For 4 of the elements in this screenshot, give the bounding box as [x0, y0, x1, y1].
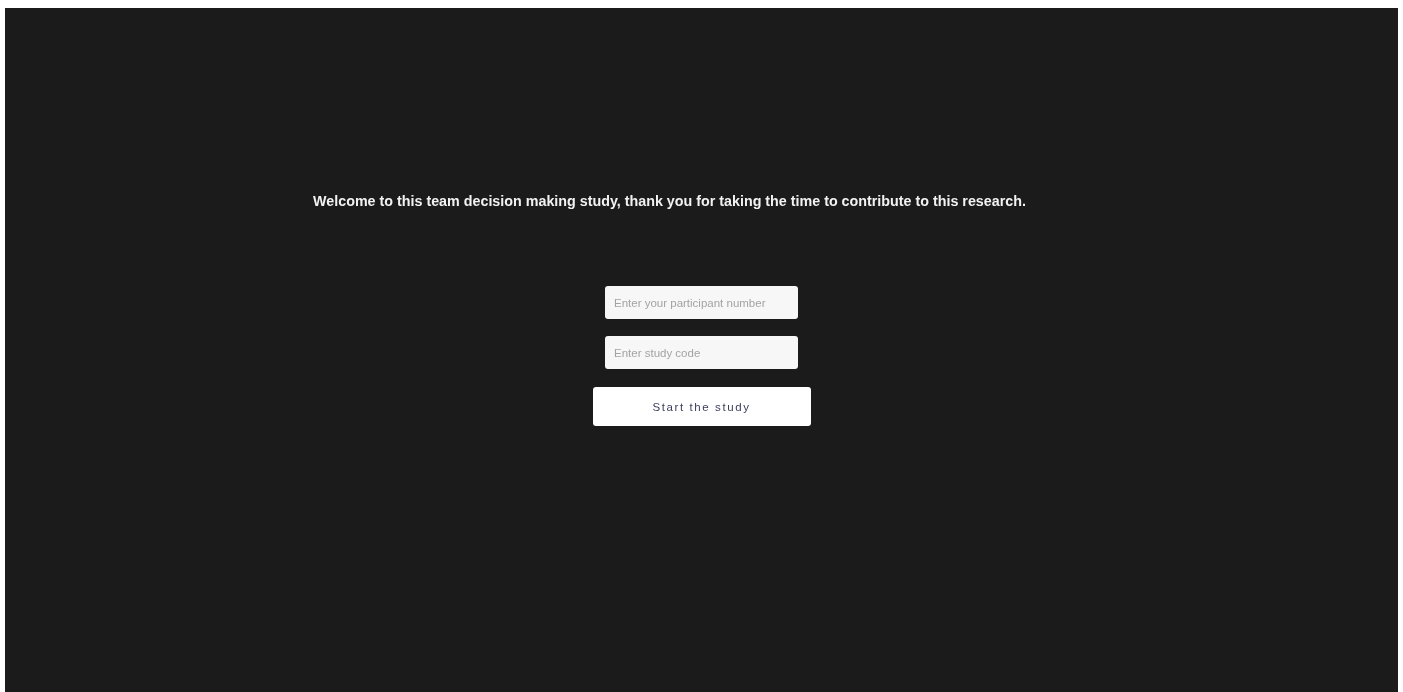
input-field[interactable]: Enter your participant number [605, 286, 798, 319]
start-button[interactable]: Start the study [592, 387, 811, 426]
input-field[interactable]: Enter study code [605, 336, 798, 369]
welcome-message: Welcome to this team decision making study, thank you for taking the time to contribute to this research. [313, 193, 1026, 209]
